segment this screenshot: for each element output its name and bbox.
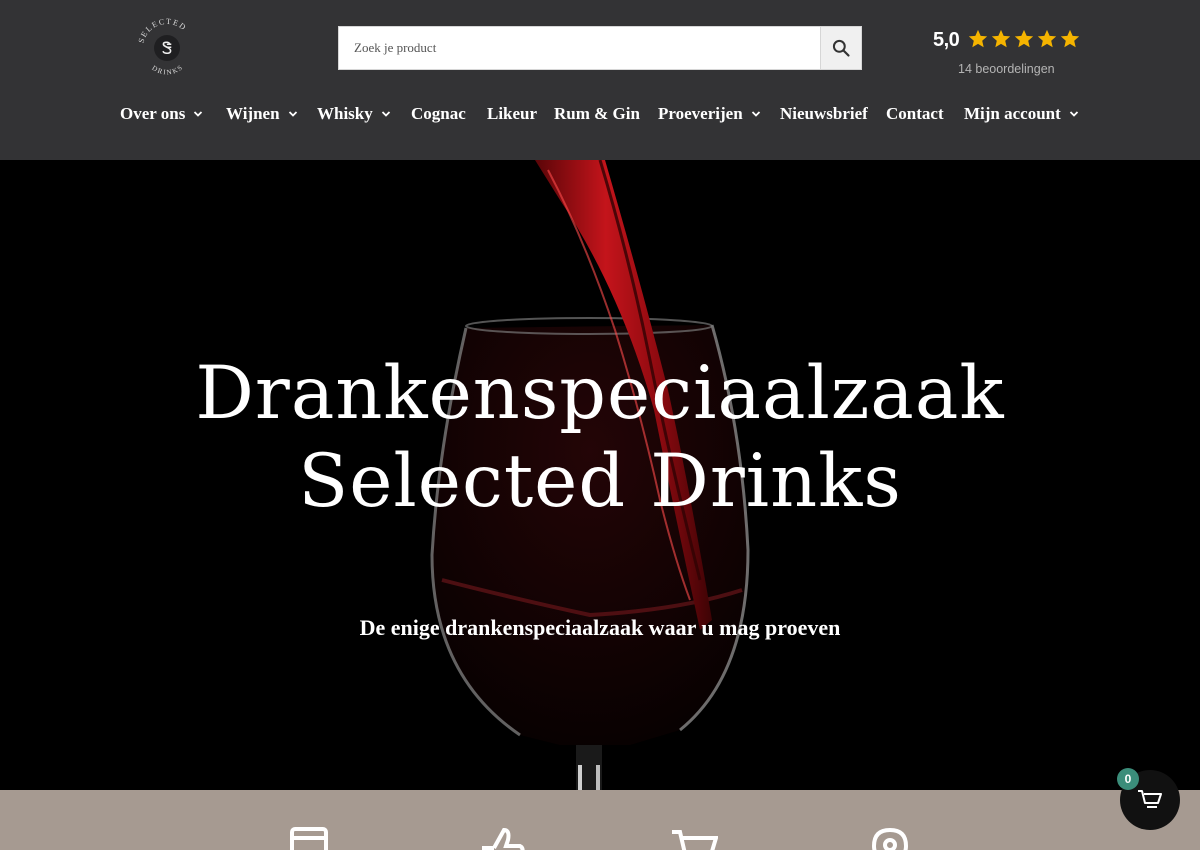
nav-item-label: Likeur <box>487 104 538 123</box>
nav-item-label: Over ons <box>120 104 186 123</box>
location-pin-icon <box>871 827 909 850</box>
nav-item-label: Cognac <box>411 104 466 123</box>
star-icon <box>1037 29 1057 48</box>
nav-item-nieuwsbrief[interactable]: Nieuwsbrief <box>780 104 868 124</box>
nav-item-wijnen[interactable]: Wijnen <box>226 104 298 124</box>
nav-item-cognac[interactable]: Cognac <box>411 104 466 124</box>
cart-icon <box>672 830 718 850</box>
chevron-down-icon <box>751 111 760 117</box>
cart-count-badge: 0 <box>1117 768 1139 790</box>
nav-item-label: Whisky <box>317 104 373 123</box>
hero-title-line2: Selected Drinks <box>298 439 902 524</box>
thumbs-up-icon <box>482 827 525 850</box>
nav-item-proeverijen[interactable]: Proeverijen <box>658 104 761 124</box>
nav-item-mijn-account[interactable]: Mijn account <box>964 104 1079 124</box>
nav-item-label: Nieuwsbrief <box>780 104 868 123</box>
nav-item-likeur[interactable]: Likeur <box>487 104 537 124</box>
star-icon <box>1014 29 1034 48</box>
site-logo[interactable]: SELECTED Ꮥ DRINKS <box>133 8 201 82</box>
star-icon <box>1060 29 1080 48</box>
main-nav: Over ons Wijnen Whisky Cognac Likeur Rum… <box>0 100 1200 132</box>
nav-item-over-ons[interactable]: Over ons <box>120 104 203 124</box>
star-icon <box>991 29 1011 48</box>
chevron-down-icon <box>194 111 203 117</box>
chevron-down-icon <box>1069 111 1078 117</box>
search-button[interactable] <box>820 27 861 69</box>
hero-title-line1: Drankenspeciaalzaak <box>195 351 1005 436</box>
rating-count: 14 beoordelingen <box>958 62 1055 76</box>
star-icon <box>968 29 988 48</box>
hero-section: Drankenspeciaalzaak Selected Drinks De e… <box>0 160 1200 790</box>
document-icon <box>290 827 328 850</box>
nav-item-label: Wijnen <box>226 104 280 123</box>
rating-widget[interactable]: 5,0 14 beoordelingen <box>930 28 1080 80</box>
nav-item-rum-gin[interactable]: Rum & Gin <box>554 104 640 124</box>
search-icon <box>832 39 850 57</box>
svg-text:Ꮥ: Ꮥ <box>162 39 173 58</box>
cart-icon <box>1138 790 1162 808</box>
svg-text:DRINKS: DRINKS <box>150 63 185 77</box>
nav-item-label: Mijn account <box>964 104 1061 123</box>
site-header: SELECTED Ꮥ DRINKS 5,0 14 beoordelingen <box>0 0 1200 160</box>
hero-title: Drankenspeciaalzaak Selected Drinks <box>0 350 1200 526</box>
rating-stars <box>967 28 1081 50</box>
features-band <box>0 790 1200 850</box>
nav-item-contact[interactable]: Contact <box>886 104 944 124</box>
rating-score: 5,0 <box>933 29 960 51</box>
search-input[interactable] <box>339 27 821 69</box>
chevron-down-icon <box>288 111 297 117</box>
hero-subtitle: De enige drankenspeciaalzaak waar u mag … <box>359 615 841 640</box>
nav-item-label: Proeverijen <box>658 104 743 123</box>
chevron-down-icon <box>381 111 390 117</box>
nav-item-label: Contact <box>886 104 944 123</box>
nav-item-whisky[interactable]: Whisky <box>317 104 391 124</box>
nav-item-label: Rum & Gin <box>554 104 640 123</box>
search-bar <box>338 26 862 70</box>
